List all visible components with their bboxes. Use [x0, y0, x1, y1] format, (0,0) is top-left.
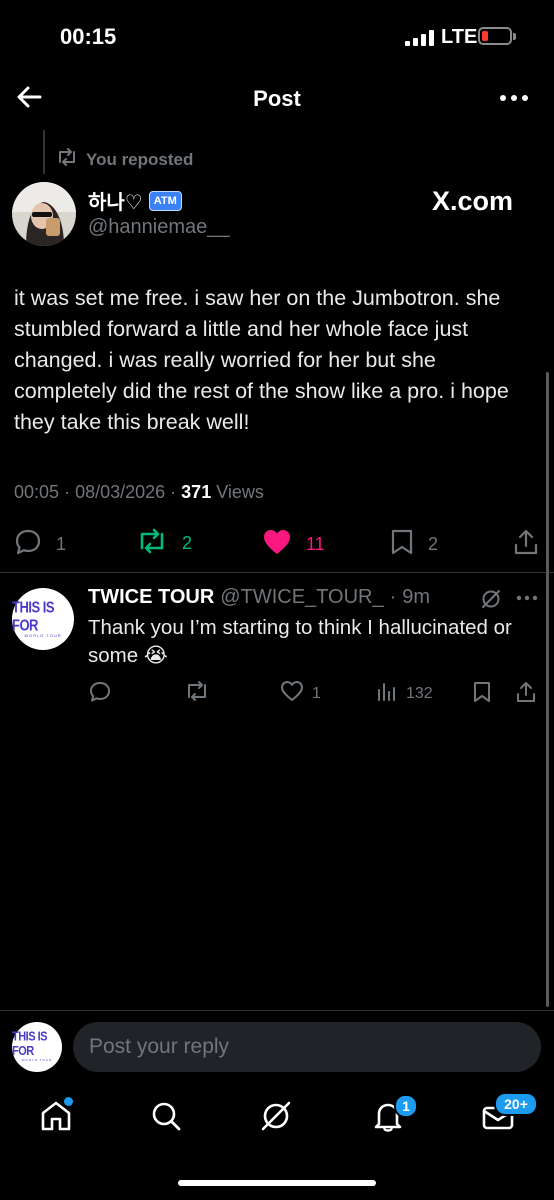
reply-reply-action[interactable] [88, 680, 112, 709]
reply-header: TWICE TOUR @TWICE_TOUR_ · 9m [88, 586, 430, 609]
meta-separator: · [64, 482, 76, 502]
repost-icon [136, 528, 168, 559]
notifications-badge: 1 [394, 1094, 418, 1118]
home-tab[interactable] [38, 1097, 74, 1134]
network-label: LTE [441, 26, 478, 48]
like-count: 11 [306, 534, 325, 554]
reply-text: Thank you I’m starting to think I halluc… [88, 616, 512, 667]
analytics-icon [376, 680, 398, 707]
reply-avatar[interactable]: THIS IS FOR WORLD TOUR [12, 588, 74, 650]
messages-tab[interactable]: 20+ [480, 1092, 538, 1134]
meta-separator: · [389, 586, 397, 608]
reply-input[interactable] [73, 1022, 541, 1072]
meta-separator: · [170, 482, 182, 502]
reply-author-name[interactable]: TWICE TOUR [88, 586, 214, 609]
repost-icon [56, 148, 78, 171]
bookmark-icon [390, 528, 414, 561]
reply-like-count: 1 [312, 684, 321, 702]
reply-action[interactable]: 1 [14, 528, 66, 561]
author-handle[interactable]: @hanniemae__ [88, 216, 230, 239]
status-bar: 00:15 LTE [0, 0, 554, 70]
messages-badge: 20+ [494, 1092, 538, 1116]
repost-action[interactable]: 2 [136, 528, 192, 559]
reply-more-icon[interactable] [515, 588, 539, 613]
battery-icon [478, 27, 512, 45]
composer-avatar[interactable]: THIS IS FOR WORLD TOUR [12, 1022, 62, 1072]
views-label[interactable]: Views [216, 482, 264, 502]
grok-icon[interactable] [480, 588, 502, 615]
section-divider [0, 572, 554, 573]
reply-count: 1 [56, 534, 67, 554]
repost-icon [184, 680, 210, 707]
post-date: 08/03/2026 [75, 482, 166, 502]
grok-tab[interactable] [258, 1098, 294, 1134]
post-time: 00:05 [14, 482, 60, 502]
share-icon [512, 528, 540, 561]
reply-icon [14, 528, 42, 561]
reply-age: 9m [402, 586, 431, 608]
notifications-tab[interactable]: 1 [370, 1094, 418, 1134]
bookmark-icon [472, 680, 492, 709]
post-text: it was set me free. i saw her on the Jum… [14, 286, 509, 434]
bookmark-action[interactable]: 2 [390, 528, 438, 561]
repost-context[interactable]: You reposted [56, 148, 193, 171]
reply-views-action[interactable]: 132 [376, 680, 433, 707]
author-name-text: 하나♡ [88, 192, 143, 214]
home-indicator[interactable] [178, 1180, 376, 1186]
reply-icon [88, 680, 112, 709]
heart-icon [262, 528, 292, 561]
post-meta: 00:05 · 08/03/2026 · 371 Views [14, 482, 264, 503]
heart-outline-icon [280, 680, 304, 707]
reply-views-count: 132 [406, 684, 433, 702]
atm-emoji-badge: ATM [148, 190, 182, 211]
more-options-icon[interactable] [498, 84, 530, 112]
reply-avatar-logo-text: THIS IS FOR [12, 597, 55, 634]
reply-share-action[interactable] [514, 680, 538, 709]
share-action[interactable] [512, 528, 540, 561]
repost-count: 2 [182, 533, 193, 553]
page-title: Post [253, 86, 301, 111]
thread-line [43, 130, 45, 174]
reply-repost-action[interactable] [184, 680, 210, 707]
share-icon [514, 680, 538, 709]
home-unread-dot [64, 1097, 73, 1106]
reply-author-handle[interactable]: @TWICE_TOUR_ [220, 586, 383, 609]
battery-tip [513, 33, 516, 40]
views-count: 371 [181, 482, 212, 502]
composer-avatar-logo-text: THIS IS FOR [12, 1029, 48, 1059]
repost-label: You reposted [86, 149, 194, 169]
search-tab[interactable] [148, 1098, 184, 1134]
grok-icon [261, 1101, 291, 1131]
author-avatar[interactable] [12, 182, 76, 246]
reply-like-action[interactable]: 1 [280, 680, 321, 707]
composer-avatar-logo-subtext: WORLD TOUR [21, 1058, 53, 1062]
author-display-name[interactable]: 하나♡ ATM [88, 186, 182, 215]
scrollbar[interactable] [546, 372, 549, 1007]
bookmark-count: 2 [428, 534, 439, 554]
signal-icon [405, 30, 434, 46]
status-time: 00:15 [60, 24, 117, 49]
like-action[interactable]: 11 [262, 528, 325, 561]
search-icon [152, 1102, 181, 1131]
reply-bookmark-action[interactable] [472, 680, 492, 709]
x-com-watermark: X.com [432, 186, 514, 216]
